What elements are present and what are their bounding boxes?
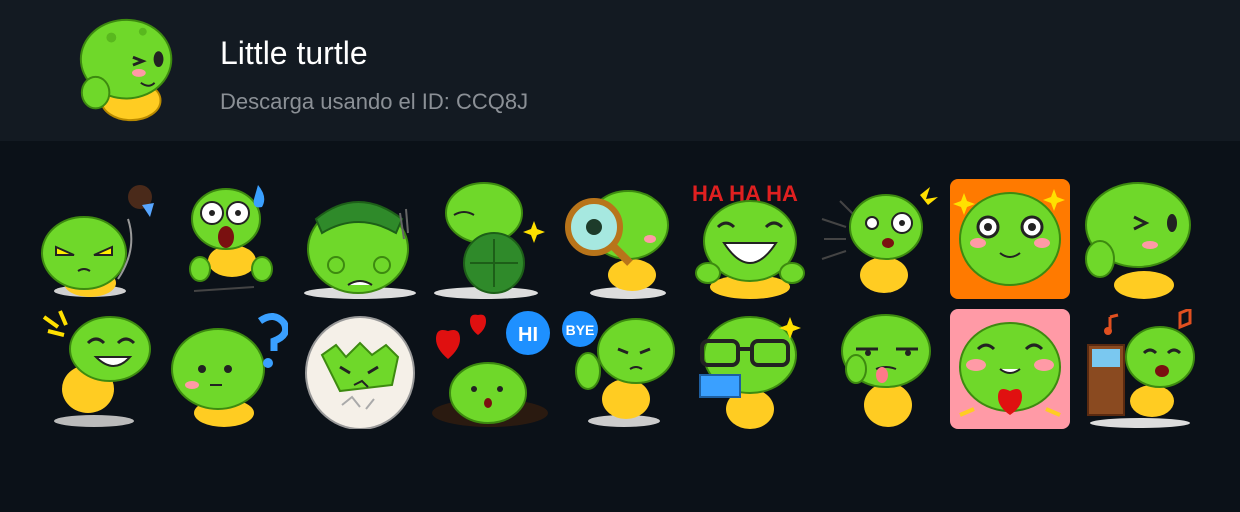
sticker-grid: HA HA HA HI BYE (0, 141, 1240, 512)
sticker-heart-hands[interactable] (950, 309, 1070, 429)
sticker-wink-thumb[interactable] (1080, 179, 1200, 299)
sticker-singing-music[interactable] (1080, 309, 1200, 429)
sticker-hiding-in-shell[interactable] (302, 179, 422, 299)
pack-title: Little turtle (220, 35, 368, 71)
sticker-tongue-out[interactable] (830, 309, 950, 429)
sticker-magnifier[interactable] (560, 179, 680, 299)
pack-header: Little turtle Descarga usando el ID: CCQ… (0, 0, 1240, 141)
sticker-bye-wave[interactable]: BYE (560, 309, 680, 429)
pack-icon-turtle (72, 10, 190, 128)
sticker-shocked-sweat[interactable] (174, 179, 294, 299)
hi-bubble-text: HI (518, 324, 538, 346)
sticker-back-view-sparkle[interactable] (430, 179, 550, 299)
sticker-laughing-tears[interactable] (38, 309, 158, 429)
sticker-laughing-haha[interactable]: HA HA HA (690, 179, 810, 299)
sticker-surprised-lines[interactable] (820, 179, 940, 299)
sticker-hatching-egg[interactable] (302, 309, 422, 429)
bye-bubble-text: BYE (566, 322, 595, 338)
pack-download-id: Descarga usando el ID: CCQ8J (220, 89, 529, 114)
sticker-begging-sparkle[interactable] (950, 179, 1070, 299)
sticker-hi-hearts[interactable]: HI (430, 309, 550, 429)
sticker-angry-cupcake[interactable] (38, 179, 158, 299)
sticker-confused-question[interactable] (168, 309, 288, 429)
sticker-glasses-book[interactable] (690, 309, 810, 429)
